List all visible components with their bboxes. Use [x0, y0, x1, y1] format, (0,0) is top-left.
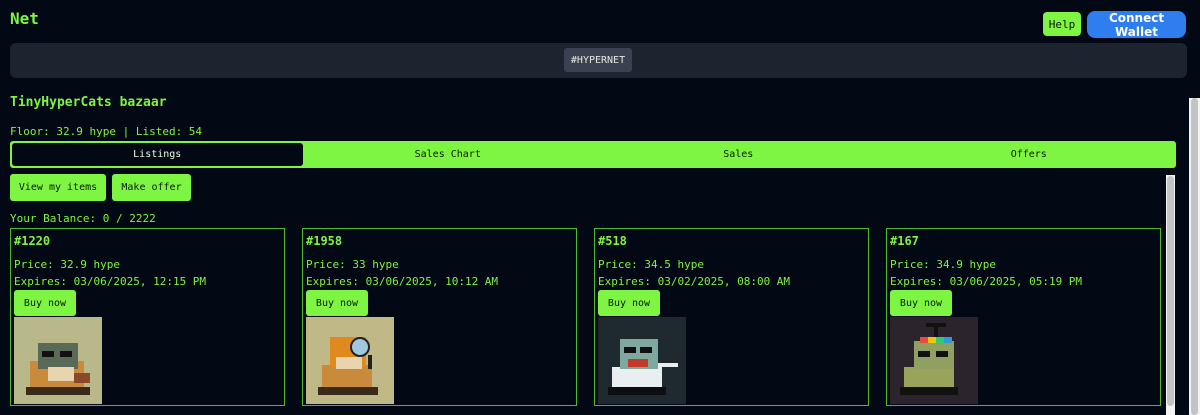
- nft-image[interactable]: [14, 317, 102, 404]
- listings-scrollbar-thumb[interactable]: [1167, 176, 1174, 406]
- listing-id: #518: [598, 234, 627, 248]
- listing-price: Price: 34.5 hype: [598, 258, 704, 271]
- filter-bar: #HYPERNET: [10, 43, 1187, 78]
- nft-image[interactable]: [598, 317, 686, 404]
- nft-image[interactable]: [306, 317, 394, 404]
- listing-id: #1958: [306, 234, 343, 248]
- buy-now-button[interactable]: Buy now: [890, 290, 952, 316]
- market-stats: Floor: 32.9 hype | Listed: 54: [10, 125, 203, 138]
- listing-id: #1220: [14, 234, 51, 248]
- view-my-items-button[interactable]: View my items: [10, 174, 106, 201]
- nft-image[interactable]: [890, 317, 978, 404]
- listing-card: #1958 Price: 33 hype Expires: 03/06/2025…: [302, 228, 577, 406]
- listing-price: Price: 34.9 hype: [890, 258, 996, 271]
- make-offer-button[interactable]: Make offer: [112, 174, 191, 201]
- market-title: TinyHyperCats bazaar: [10, 95, 167, 110]
- tab-listings[interactable]: Listings: [12, 143, 303, 166]
- buy-now-button[interactable]: Buy now: [14, 290, 76, 316]
- listing-price: Price: 33 hype: [306, 258, 399, 271]
- listing-id: #167: [890, 234, 919, 248]
- listing-price: Price: 32.9 hype: [14, 258, 120, 271]
- tab-offers[interactable]: Offers: [884, 143, 1175, 166]
- listing-expires: Expires: 03/06/2025, 05:19 PM: [890, 275, 1083, 288]
- listing-card: #167 Price: 34.9 hype Expires: 03/06/202…: [886, 228, 1161, 406]
- listing-expires: Expires: 03/02/2025, 08:00 AM: [598, 275, 791, 288]
- buy-now-button[interactable]: Buy now: [306, 290, 368, 316]
- help-button[interactable]: Help: [1043, 12, 1081, 36]
- connect-wallet-button[interactable]: Connect Wallet: [1087, 11, 1186, 39]
- tab-sales-chart[interactable]: Sales Chart: [303, 143, 594, 166]
- balance-text: Your Balance: 0 / 2222: [10, 212, 156, 225]
- listing-expires: Expires: 03/06/2025, 10:12 AM: [306, 275, 499, 288]
- tab-bar: Listings Sales Chart Sales Offers: [10, 141, 1176, 168]
- listing-card: #518 Price: 34.5 hype Expires: 03/02/202…: [594, 228, 869, 406]
- listing-expires: Expires: 03/06/2025, 12:15 PM: [14, 275, 207, 288]
- hypernet-chip[interactable]: #HYPERNET: [564, 48, 632, 72]
- listing-card: #1220 Price: 32.9 hype Expires: 03/06/20…: [10, 228, 285, 406]
- app-title: Net: [10, 9, 39, 28]
- page-scrollbar-thumb[interactable]: [1191, 98, 1198, 415]
- tab-sales[interactable]: Sales: [593, 143, 884, 166]
- buy-now-button[interactable]: Buy now: [598, 290, 660, 316]
